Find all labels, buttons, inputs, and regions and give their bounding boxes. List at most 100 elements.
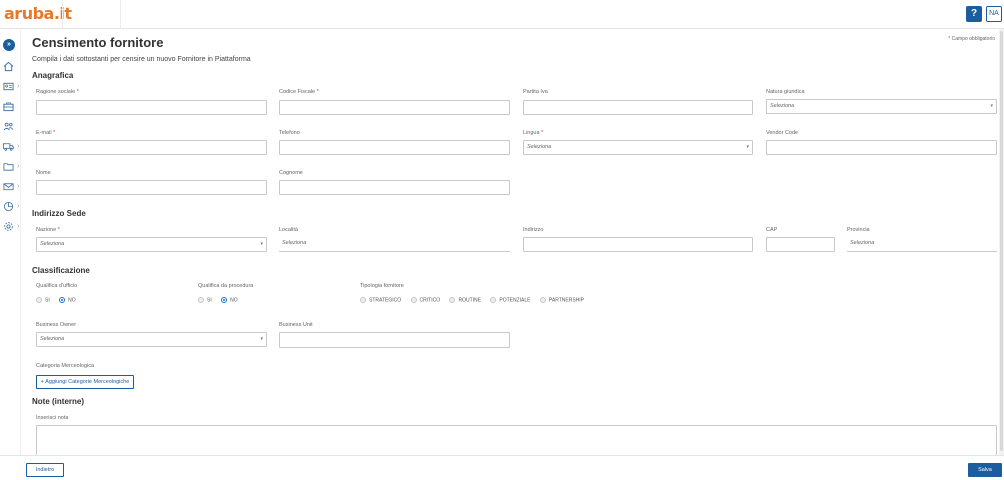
business-owner-select[interactable]: Seleziona ▾ bbox=[36, 332, 267, 347]
codice-fiscale-label: Codice Fiscale * bbox=[279, 89, 319, 95]
provincia-select[interactable]: Seleziona bbox=[847, 237, 997, 252]
radio-no[interactable]: NO bbox=[59, 297, 76, 303]
sidebar-item-settings[interactable]: › bbox=[3, 221, 21, 235]
lingua-label: Lingua * bbox=[523, 130, 544, 136]
save-button[interactable]: Salva bbox=[968, 463, 1002, 477]
telefono-input[interactable] bbox=[279, 140, 510, 155]
cap-input[interactable] bbox=[766, 237, 835, 252]
main-content: Censimento fornitore * Campo obbligatori… bbox=[21, 29, 999, 455]
gear-icon bbox=[4, 222, 13, 231]
ragione-sociale-input[interactable] bbox=[36, 100, 267, 115]
sidebar-item-messages[interactable]: › bbox=[3, 181, 21, 195]
caret-down-icon: ▾ bbox=[260, 336, 263, 342]
back-button[interactable]: Indietro bbox=[26, 463, 64, 477]
partita-iva-label: Partita Iva bbox=[523, 89, 548, 95]
lingua-select[interactable]: Seleziona ▾ bbox=[523, 140, 753, 155]
sidebar-item-analytics[interactable]: › bbox=[3, 201, 21, 215]
sidebar: » › › › › › › bbox=[0, 29, 21, 480]
sidebar-item-logistics[interactable]: › bbox=[3, 141, 21, 155]
folder-icon bbox=[3, 163, 14, 171]
nazione-select[interactable]: Seleziona ▾ bbox=[36, 237, 267, 252]
aruba-logo[interactable]: aruba.it bbox=[4, 4, 72, 24]
sidebar-item-documents[interactable]: › bbox=[3, 161, 21, 175]
nazione-label: Nazione * bbox=[36, 227, 60, 233]
vendor-code-input[interactable] bbox=[766, 140, 997, 155]
qualifica-ufficio-label: Qualifica d'ufficio bbox=[36, 283, 78, 289]
id-card-icon bbox=[3, 82, 14, 91]
caret-down-icon: ▾ bbox=[260, 241, 263, 247]
divider bbox=[62, 0, 63, 29]
nome-input[interactable] bbox=[36, 180, 267, 195]
qualifica-ufficio-radio-group: SI NO bbox=[36, 297, 84, 304]
radio-partnership[interactable]: PARTNERSHIP bbox=[539, 297, 584, 303]
home-icon bbox=[3, 61, 14, 72]
section-title-anagrafica: Anagrafica bbox=[32, 71, 74, 80]
business-unit-label: Business Unit bbox=[279, 322, 313, 328]
qualifica-procedura-radio-group: SI NO bbox=[198, 297, 246, 304]
chevron-right-icon: › bbox=[17, 83, 20, 90]
provincia-label: Provincia bbox=[847, 227, 870, 233]
categoria-label: Categoria Merceologica bbox=[36, 363, 95, 369]
section-title-classificazione: Classificazione bbox=[32, 266, 90, 275]
natura-giuridica-select[interactable]: Seleziona ▾ bbox=[766, 99, 997, 114]
indirizzo-input[interactable] bbox=[523, 237, 753, 252]
top-bar: aruba.it ? NA bbox=[0, 0, 1004, 29]
chevron-right-icon: › bbox=[17, 163, 20, 170]
tipologia-label: Tipologia fornitore bbox=[360, 283, 404, 289]
sidebar-item-home[interactable] bbox=[3, 61, 21, 75]
chevron-right-icon: › bbox=[17, 143, 20, 150]
qualifica-procedura-label: Qualifica da procedura bbox=[198, 283, 254, 289]
radio-strategico[interactable]: STRATEGICO bbox=[360, 297, 401, 303]
tipologia-radio-group: STRATEGICO CRITICO ROUTINE POTENZIALE PA… bbox=[360, 297, 592, 304]
truck-icon bbox=[3, 143, 14, 151]
cognome-input[interactable] bbox=[279, 180, 510, 195]
vendor-code-label: Vendor Code bbox=[766, 130, 799, 136]
radio-si[interactable]: SI bbox=[198, 297, 212, 303]
caret-down-icon: ▾ bbox=[990, 103, 993, 109]
radio-critico[interactable]: CRITICO bbox=[410, 297, 440, 303]
email-label: E-mail * bbox=[36, 130, 56, 136]
sidebar-item-jobs[interactable] bbox=[3, 101, 21, 115]
add-categorie-button[interactable]: + Aggiungi Categorie Merceologiche bbox=[36, 375, 134, 389]
cap-label: CAP bbox=[766, 227, 778, 233]
briefcase-icon bbox=[3, 102, 14, 112]
user-menu-button[interactable]: NA bbox=[986, 6, 1002, 22]
note-label: Inserisci nota bbox=[36, 415, 69, 421]
sidebar-item-registry[interactable]: › bbox=[3, 81, 21, 95]
business-owner-label: Business Owner bbox=[36, 322, 77, 328]
indirizzo-label: Indirizzo bbox=[523, 227, 544, 233]
divider bbox=[120, 0, 121, 29]
nome-label: Nome bbox=[36, 170, 51, 176]
scrollbar-thumb[interactable] bbox=[1000, 31, 1003, 451]
radio-potenziale[interactable]: POTENZIALE bbox=[490, 297, 531, 303]
telefono-label: Telefono bbox=[279, 130, 300, 136]
chevron-right-icon: › bbox=[17, 183, 20, 190]
note-textarea[interactable] bbox=[36, 425, 997, 455]
expand-sidebar-icon[interactable]: » bbox=[3, 39, 15, 51]
radio-no[interactable]: NO bbox=[221, 297, 238, 303]
chevron-right-icon: › bbox=[17, 203, 20, 210]
caret-down-icon: ▾ bbox=[746, 144, 749, 150]
localita-label: Località bbox=[279, 227, 298, 233]
natura-giuridica-label: Natura giuridica bbox=[766, 89, 805, 95]
scrollbar[interactable] bbox=[999, 29, 1004, 455]
radio-si[interactable]: SI bbox=[36, 297, 50, 303]
business-unit-input[interactable] bbox=[279, 332, 510, 348]
cognome-label: Cognome bbox=[279, 170, 303, 176]
help-button[interactable]: ? bbox=[966, 6, 982, 22]
ragione-sociale-label: Ragione sociale * bbox=[36, 89, 79, 95]
partita-iva-input[interactable] bbox=[523, 100, 753, 115]
sidebar-item-users[interactable] bbox=[3, 121, 21, 135]
section-title-indirizzo: Indirizzo Sede bbox=[32, 209, 86, 218]
users-icon bbox=[3, 122, 14, 131]
chevron-right-icon: › bbox=[17, 223, 20, 230]
page-title: Censimento fornitore bbox=[32, 35, 164, 50]
codice-fiscale-input[interactable] bbox=[279, 100, 510, 115]
page-subtitle: Compila i dati sottostanti per censire u… bbox=[32, 56, 251, 63]
localita-select[interactable]: Seleziona bbox=[279, 237, 510, 252]
chart-icon bbox=[3, 201, 14, 212]
section-title-note: Note (interne) bbox=[32, 397, 84, 406]
required-note: * Campo obbligatorio bbox=[948, 36, 995, 42]
email-input[interactable] bbox=[36, 140, 267, 155]
radio-routine[interactable]: ROUTINE bbox=[449, 297, 481, 303]
